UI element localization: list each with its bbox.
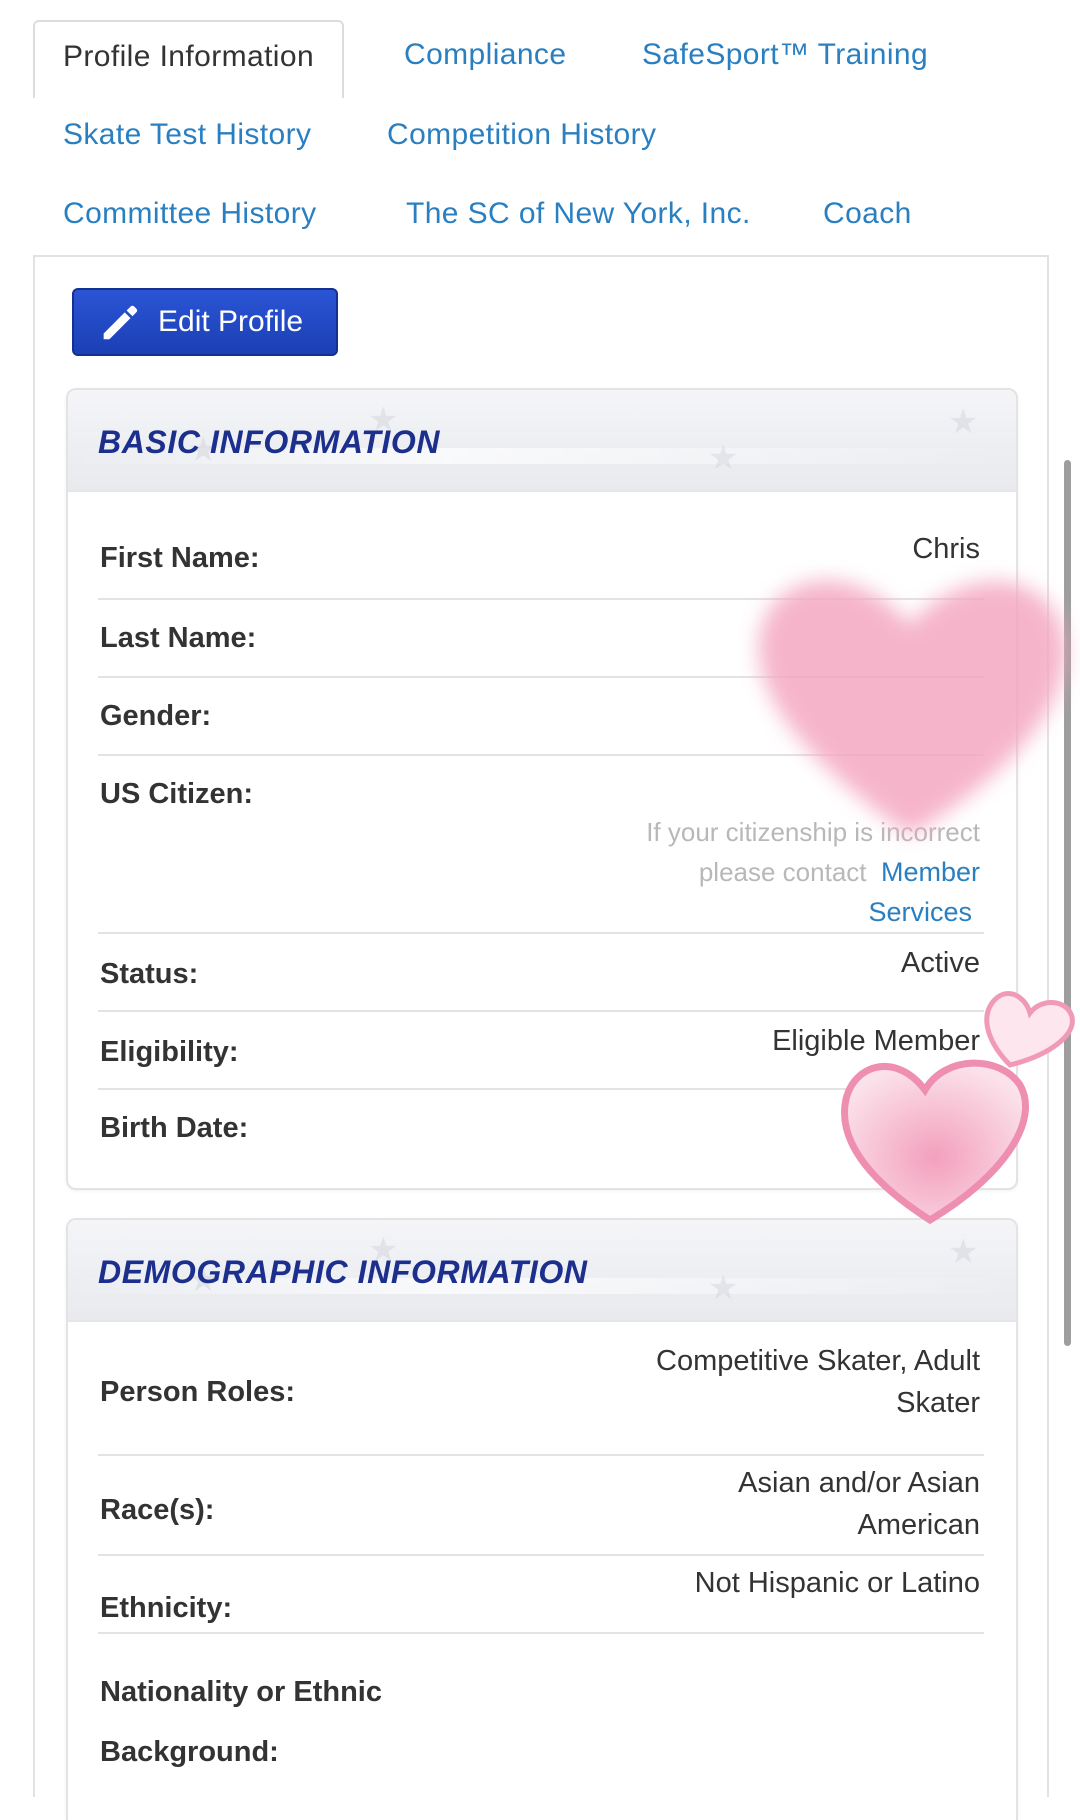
races-value: Asian and/or Asian American (738, 1462, 980, 1546)
person-roles-value-line1: Competitive Skater, Adult (656, 1345, 980, 1377)
races-value-line1: Asian and/or Asian (738, 1467, 980, 1499)
row-birth-date: Birth Date: (98, 1090, 984, 1186)
person-roles-value: Competitive Skater, Adult Skater (656, 1340, 980, 1424)
tab-coach[interactable]: Coach (823, 197, 912, 231)
row-gender: Gender: (98, 678, 984, 756)
ethnicity-value: Not Hispanic or Latino (694, 1567, 980, 1599)
row-eligibility: Eligibility: Eligible Member (98, 1012, 984, 1090)
row-nationality: Nationality or Ethnic Background: (98, 1634, 984, 1784)
nationality-label: Nationality or Ethnic Background: (100, 1662, 382, 1782)
citizenship-note-contact: please contact (698, 857, 867, 887)
status-value: Active (901, 947, 980, 979)
tab-profile-information[interactable]: Profile Information (33, 20, 345, 98)
citizenship-note-line1: If your citizenship is incorrect (646, 817, 980, 847)
tab-skate-test-history[interactable]: Skate Test History (63, 118, 311, 152)
row-last-name: Last Name: (98, 600, 984, 678)
basic-information-header: ★ ★ ★ ★ BASIC INFORMATION (68, 390, 1016, 492)
edit-profile-button[interactable]: Edit Profile (72, 288, 338, 356)
birth-date-label: Birth Date: (100, 1112, 249, 1144)
member-services-link[interactable]: Member (881, 857, 980, 887)
row-status: Status: Active (98, 934, 984, 1012)
races-label: Race(s): (100, 1494, 215, 1526)
nationality-label-line1: Nationality or Ethnic (100, 1676, 382, 1708)
row-us-citizen: US Citizen: If your citizenship is incor… (98, 756, 984, 934)
basic-information-title: BASIC INFORMATION (98, 424, 441, 460)
profile-tabs: Profile Information Compliance SafeSport… (0, 0, 1080, 260)
person-roles-label: Person Roles: (100, 1376, 295, 1408)
pencil-icon (103, 305, 138, 340)
demographic-information-card: ★ ★ ★ ★ DEMOGRAPHIC INFORMATION Person R… (66, 1218, 1018, 1820)
basic-information-card: ★ ★ ★ ★ BASIC INFORMATION First Name: Ch… (66, 388, 1018, 1190)
ethnicity-label: Ethnicity: (100, 1592, 233, 1624)
first-name-value: Chris (912, 533, 980, 565)
eligibility-value: Eligible Member (772, 1025, 980, 1057)
tab-compliance[interactable]: Compliance (404, 38, 566, 72)
gender-label: Gender: (100, 700, 212, 732)
citizenship-note: If your citizenship is incorrect please … (646, 812, 980, 932)
edit-profile-label: Edit Profile (158, 305, 304, 338)
tab-club[interactable]: The SC of New York, Inc. (406, 197, 751, 231)
scrollbar[interactable] (1064, 460, 1071, 1346)
last-name-label: Last Name: (100, 622, 257, 654)
row-races: Race(s): Asian and/or Asian American (98, 1456, 984, 1556)
eligibility-label: Eligibility: (100, 1036, 239, 1068)
tab-committee-history[interactable]: Committee History (63, 197, 317, 231)
row-person-roles: Person Roles: Competitive Skater, Adult … (98, 1320, 984, 1456)
row-ethnicity: Ethnicity: Not Hispanic or Latino (98, 1556, 984, 1634)
demographic-information-header: ★ ★ ★ ★ DEMOGRAPHIC INFORMATION (68, 1220, 1016, 1322)
tab-competition-history[interactable]: Competition History (387, 118, 656, 152)
row-first-name: First Name: Chris (98, 490, 984, 600)
races-value-line2: American (857, 1509, 981, 1541)
us-citizen-label: US Citizen: (100, 778, 254, 810)
member-services-link-line2[interactable]: Services (646, 892, 980, 932)
nationality-label-line2: Background: (100, 1736, 279, 1768)
person-roles-value-line2: Skater (896, 1387, 980, 1419)
first-name-label: First Name: (100, 542, 260, 574)
demographic-information-title: DEMOGRAPHIC INFORMATION (98, 1254, 588, 1290)
citizenship-note-line2: please contact Member (646, 852, 980, 892)
status-label: Status: (100, 958, 199, 990)
tab-safesport-training[interactable]: SafeSport™ Training (642, 38, 928, 72)
